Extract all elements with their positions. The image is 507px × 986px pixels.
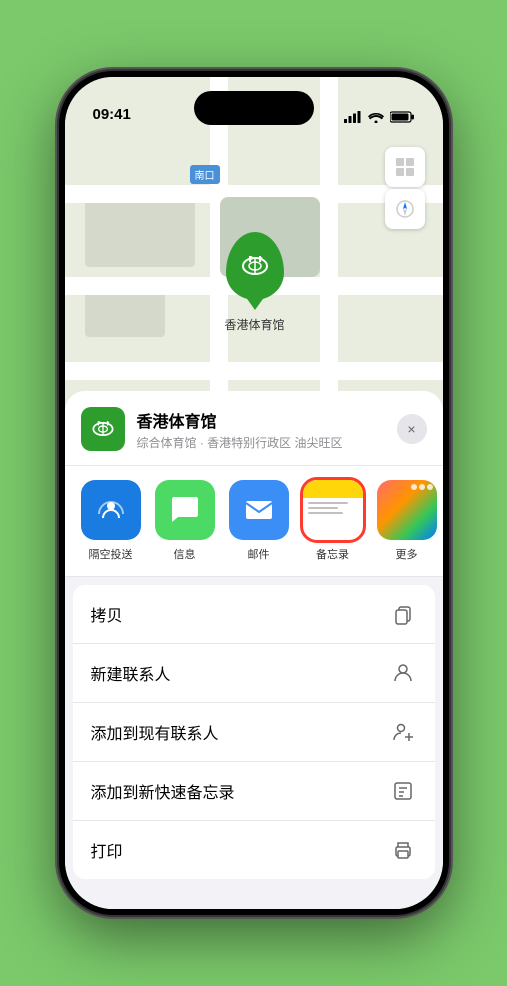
wifi-icon [368, 111, 384, 123]
more-dots-container [377, 480, 437, 540]
location-marker: 香港体育馆 [225, 232, 285, 333]
action-add-notes-label: 添加到新快速备忘录 [91, 779, 235, 803]
share-item-notes[interactable]: 备忘录 [303, 480, 363, 562]
dynamic-island [194, 91, 314, 125]
notes-line-3 [308, 512, 343, 514]
map-type-icon [394, 156, 416, 178]
marker-icon [226, 232, 284, 300]
share-item-mail[interactable]: 邮件 [229, 480, 289, 562]
location-info: 香港体育馆 综合体育馆 · 香港特别行政区 油尖旺区 [137, 408, 343, 451]
location-card-left: 香港体育馆 综合体育馆 · 香港特别行政区 油尖旺区 [81, 407, 343, 451]
share-item-message[interactable]: 信息 [155, 480, 215, 562]
marker-dot [251, 296, 259, 304]
mail-label: 邮件 [248, 546, 270, 562]
action-copy-label: 拷贝 [91, 602, 123, 626]
bottom-sheet: 香港体育馆 综合体育馆 · 香港特别行政区 油尖旺区 × [65, 391, 443, 909]
status-icons [344, 111, 415, 125]
marker-label: 香港体育馆 [225, 316, 285, 333]
signal-icon [344, 111, 362, 123]
copy-symbol [392, 603, 414, 625]
action-add-existing-label: 添加到现有联系人 [91, 720, 219, 744]
copy-icon [389, 600, 417, 628]
close-button[interactable]: × [397, 414, 427, 444]
airdrop-icon [81, 480, 141, 540]
notes-add-symbol [392, 780, 414, 802]
location-name: 香港体育馆 [137, 408, 343, 432]
message-label: 信息 [174, 546, 196, 562]
notes-icon-inner [303, 480, 363, 540]
map-controls[interactable] [385, 147, 425, 231]
share-row: 隔空投送 信息 [65, 466, 443, 577]
location-thumbnail [81, 407, 125, 451]
more-icon-bg [377, 480, 437, 540]
location-subtitle: 综合体育馆 · 香港特别行政区 油尖旺区 [137, 434, 343, 451]
location-thumb-icon [89, 415, 117, 443]
message-symbol [168, 493, 202, 527]
location-card: 香港体育馆 综合体育馆 · 香港特别行政区 油尖旺区 × [65, 391, 443, 466]
status-time: 09:41 [93, 106, 131, 125]
notes-body [303, 498, 363, 518]
compass-icon [395, 199, 415, 219]
person-add-icon [389, 718, 417, 746]
map-type-button[interactable] [385, 147, 425, 187]
stadium-icon [239, 250, 271, 282]
phone-screen: 09:41 [65, 77, 443, 909]
message-icon-bg [155, 480, 215, 540]
person-icon [389, 659, 417, 687]
map-road-h3 [65, 362, 443, 380]
action-list: 拷贝 新建联系人 [73, 585, 435, 879]
action-print[interactable]: 打印 [73, 821, 435, 879]
notes-line-2 [308, 507, 338, 509]
mail-icon-bg [229, 480, 289, 540]
notes-icon-bg [303, 480, 363, 540]
action-print-label: 打印 [91, 838, 123, 862]
dot-3 [427, 484, 433, 490]
south-entrance-label: 南口 [190, 165, 220, 184]
action-add-existing[interactable]: 添加到现有联系人 [73, 703, 435, 762]
airdrop-label: 隔空投送 [89, 546, 133, 562]
dot-2 [419, 484, 425, 490]
printer-symbol [392, 839, 414, 861]
notes-label: 备忘录 [316, 546, 349, 562]
more-dots-row [411, 484, 433, 490]
airdrop-symbol [95, 494, 127, 526]
more-label: 更多 [396, 546, 418, 562]
action-copy[interactable]: 拷贝 [73, 585, 435, 644]
notes-line-1 [308, 502, 348, 504]
share-item-airdrop[interactable]: 隔空投送 [81, 480, 141, 562]
share-item-more[interactable]: 更多 [377, 480, 437, 562]
phone-frame: 09:41 [59, 71, 449, 915]
battery-icon [390, 111, 415, 123]
mail-symbol [242, 493, 276, 527]
person-symbol [392, 662, 414, 684]
printer-icon [389, 836, 417, 864]
location-button[interactable] [385, 189, 425, 229]
action-new-contact[interactable]: 新建联系人 [73, 644, 435, 703]
notes-add-icon [389, 777, 417, 805]
action-new-contact-label: 新建联系人 [91, 661, 171, 685]
dot-1 [411, 484, 417, 490]
action-add-notes[interactable]: 添加到新快速备忘录 [73, 762, 435, 821]
notes-top-bar [303, 480, 363, 498]
person-add-symbol [392, 721, 414, 743]
